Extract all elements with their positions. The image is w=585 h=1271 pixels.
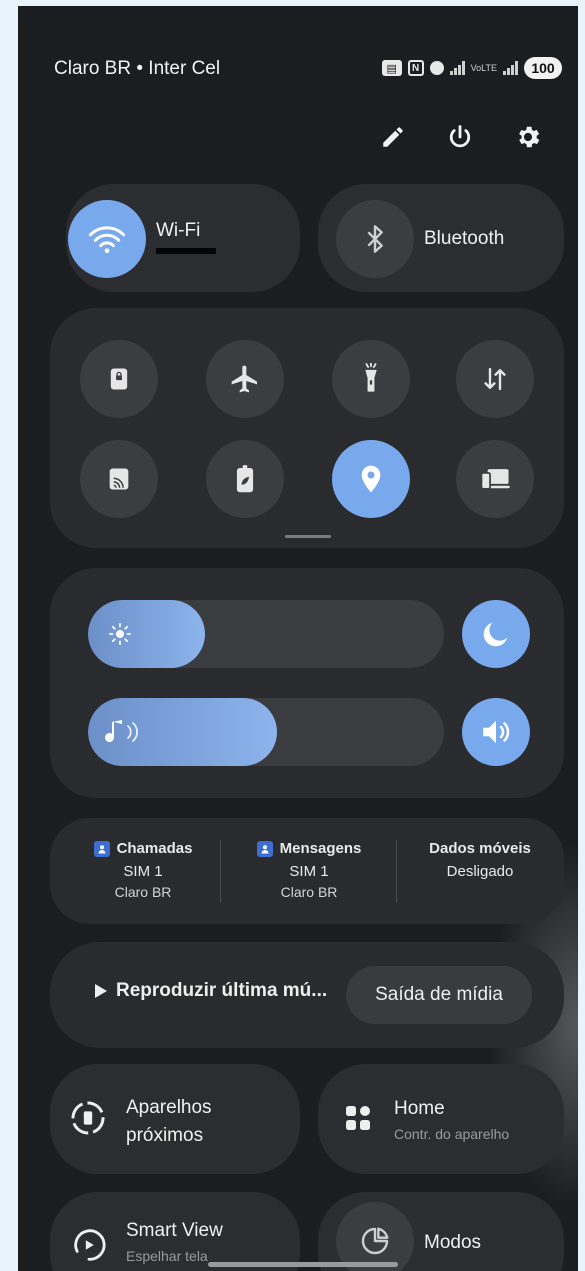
calls-carrier: Claro BR	[114, 884, 172, 900]
gear-icon	[519, 126, 540, 148]
battery-leaf-icon	[236, 465, 254, 493]
calls-title: Chamadas	[116, 840, 193, 857]
signal-sim2-icon	[503, 61, 518, 75]
battery-indicator: 100	[524, 57, 562, 79]
airplane-icon	[231, 365, 257, 393]
lock-screen-tile[interactable]	[80, 340, 158, 418]
messages-sim-selector[interactable]: Mensagens SIM 1 Claro BR	[234, 840, 384, 900]
quick-panel: Claro BR • Inter Cel ▤ N VoLTE 100 Wi-Fi…	[18, 6, 578, 1271]
status-icons: ▤ N VoLTE 100	[381, 56, 562, 80]
pencil-icon	[383, 127, 403, 147]
power-button[interactable]	[441, 118, 479, 156]
sim-divider	[220, 840, 221, 902]
mobile-data-selector[interactable]: Dados móveis Desligado	[406, 840, 554, 880]
data-arrows-icon	[484, 367, 506, 391]
location-icon	[361, 465, 381, 493]
home-tile[interactable]: Home Contr. do aparelho	[318, 1064, 564, 1174]
screen-cast-icon: ▤	[381, 60, 402, 76]
brightness-sun-icon	[109, 623, 131, 645]
mobile-data-title: Dados móveis	[429, 840, 531, 857]
calls-sim-selector[interactable]: Chamadas SIM 1 Claro BR	[68, 840, 218, 900]
smart-view-label: Smart View	[126, 1220, 223, 1241]
wifi-icon	[88, 226, 126, 253]
location-tile[interactable]	[332, 440, 410, 518]
messages-title: Mensagens	[279, 840, 362, 857]
cast-icon	[109, 468, 129, 490]
dark-mode-button[interactable]	[462, 600, 530, 668]
play-last-music-button[interactable]: Reproduzir última mú...	[94, 980, 327, 1002]
bluetooth-toggle[interactable]	[336, 200, 414, 278]
smart-view-tile[interactable]: Smart View Espelhar tela	[50, 1192, 300, 1271]
nearby-devices-label-line1: Aparelhos	[126, 1097, 212, 1118]
nfc-icon: N	[407, 60, 424, 76]
media-output-button[interactable]: Saída de mídia	[346, 966, 532, 1024]
sound-mode-button[interactable]	[462, 698, 530, 766]
bluetooth-label: Bluetooth	[424, 228, 505, 249]
music-note-icon	[105, 720, 138, 743]
sim-card-icon	[256, 840, 273, 857]
smart-view-icon	[74, 1229, 106, 1261]
modes-icon	[361, 1227, 389, 1255]
grid-icon	[346, 1106, 370, 1130]
panel-expand-handle[interactable]	[285, 535, 331, 538]
network-name-redacted	[156, 248, 216, 254]
messages-sim: SIM 1	[289, 863, 329, 880]
moon-icon	[483, 622, 508, 647]
volume-slider[interactable]	[88, 698, 444, 766]
flashlight-icon	[365, 363, 377, 392]
sim-panel: Chamadas SIM 1 Claro BR Mensagens SIM 1 …	[50, 818, 564, 924]
nearby-devices-tile[interactable]: Aparelhos próximos	[50, 1064, 300, 1174]
cast-tile[interactable]	[80, 440, 158, 518]
modes-tile[interactable]: Modos	[318, 1192, 564, 1271]
play-icon	[95, 984, 107, 998]
airplane-mode-tile[interactable]	[206, 340, 284, 418]
device-link-tile[interactable]	[456, 440, 534, 518]
nearby-devices-label-line2: próximos	[126, 1125, 204, 1146]
wifi-toggle[interactable]	[68, 200, 146, 278]
home-label: Home	[394, 1098, 445, 1119]
bluetooth-icon	[367, 225, 383, 253]
modes-label: Modos	[424, 1232, 482, 1253]
calls-sim: SIM 1	[123, 863, 163, 880]
modes-toggle[interactable]	[336, 1202, 414, 1271]
home-sub: Contr. do aparelho	[394, 1126, 510, 1142]
signal-sim1-icon	[449, 61, 465, 75]
devices-icon	[480, 469, 510, 490]
edit-button[interactable]	[374, 118, 412, 156]
carrier-label: Claro BR • Inter Cel	[54, 58, 221, 79]
flashlight-tile[interactable]	[332, 340, 410, 418]
lock-icon	[110, 368, 128, 390]
nearby-devices-icon	[71, 1101, 105, 1135]
power-saving-tile[interactable]	[206, 440, 284, 518]
wifi-label: Wi-Fi	[156, 220, 201, 241]
bluetooth-tile[interactable]: Bluetooth	[318, 184, 564, 292]
mobile-data-value: Desligado	[446, 863, 514, 880]
speaker-icon	[483, 720, 510, 744]
messages-carrier: Claro BR	[280, 884, 338, 900]
mobile-data-tile[interactable]	[456, 340, 534, 418]
settings-button[interactable]	[509, 118, 547, 156]
gesture-navigation-bar[interactable]	[208, 1262, 398, 1267]
play-last-music-label: Reproduzir última mú...	[116, 980, 328, 1001]
brightness-slider-fill	[88, 600, 206, 668]
sim-card-icon	[93, 840, 110, 857]
volte-icon: VoLTE	[470, 63, 497, 73]
sim-divider	[396, 840, 397, 902]
smart-view-sub: Espelhar tela	[126, 1248, 208, 1264]
alarm-icon	[429, 61, 444, 75]
power-icon	[449, 125, 471, 148]
wifi-tile[interactable]: Wi-Fi	[66, 184, 300, 292]
brightness-slider[interactable]	[88, 600, 444, 668]
media-panel: Reproduzir última mú... Saída de mídia	[50, 942, 564, 1048]
